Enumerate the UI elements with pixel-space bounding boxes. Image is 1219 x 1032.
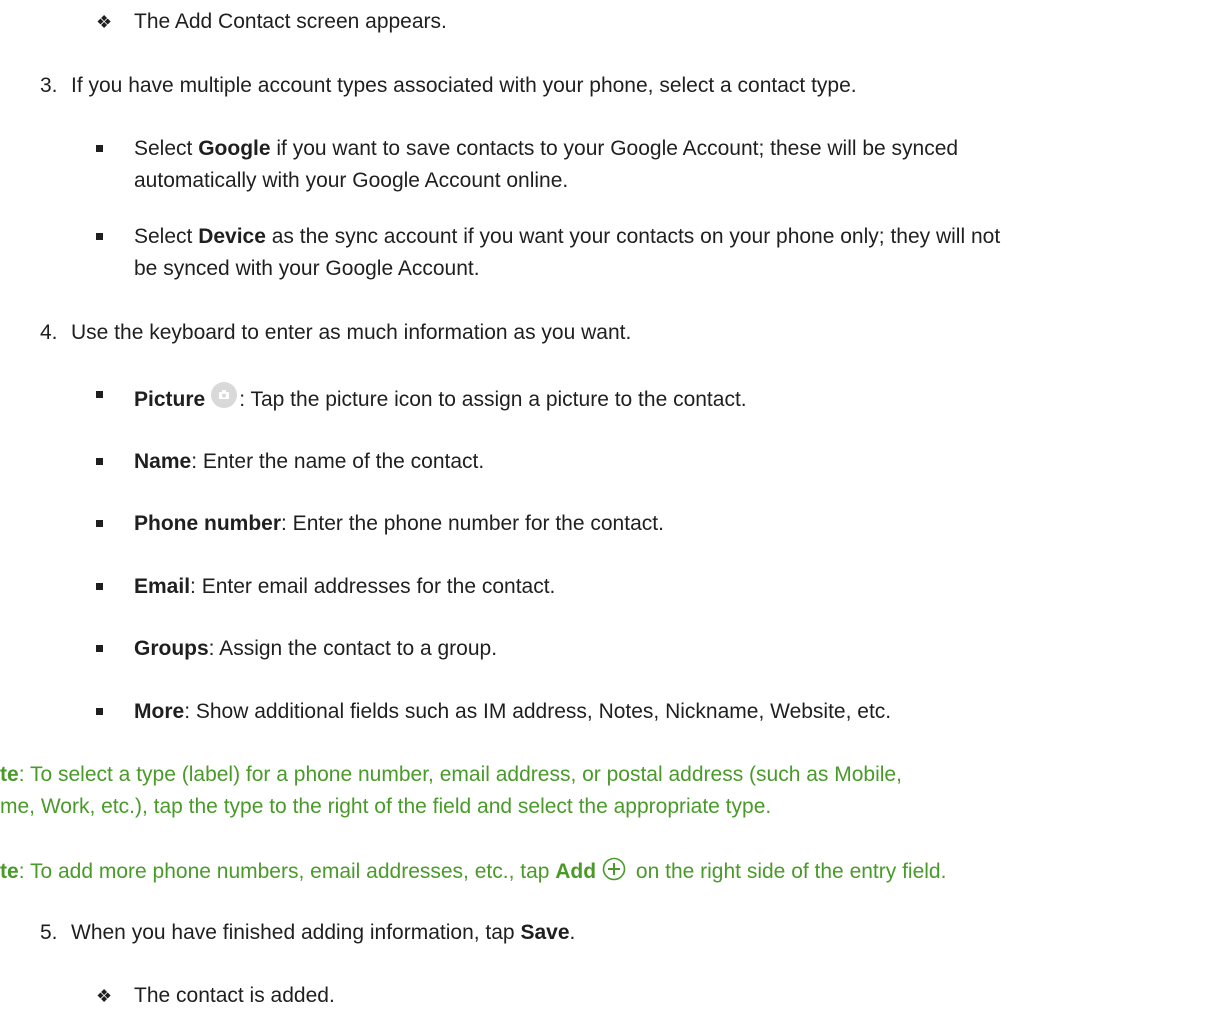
camera-icon xyxy=(211,382,238,408)
device-option: Select Device as the sync account if you… xyxy=(134,225,1001,248)
picture-item: Picture: Tap the picture icon to assign … xyxy=(134,382,747,413)
google-option: Select Google if you want to save contac… xyxy=(134,137,959,160)
diamond-bullet-icon: ❖ xyxy=(96,986,113,1006)
square-bullet-icon xyxy=(96,458,103,465)
google-option-line2: automatically with your Google Account o… xyxy=(134,169,569,192)
groups-item: Groups: Assign the contact to a group. xyxy=(134,637,498,660)
note-add-more: te: To add more phone numbers, email add… xyxy=(0,857,946,885)
step4-number: 4. xyxy=(40,321,58,344)
phone-number-item: Phone number: Enter the phone number for… xyxy=(134,512,664,535)
step4-text: Use the keyboard to enter as much inform… xyxy=(71,321,632,344)
step5-result: The contact is added. xyxy=(134,984,335,1007)
square-bullet-icon xyxy=(96,708,103,715)
note-type-label-line2: me, Work, etc.), tap the type to the rig… xyxy=(0,795,772,818)
square-bullet-icon xyxy=(96,645,103,652)
device-option-line2: be synced with your Google Account. xyxy=(134,257,480,280)
diamond-bullet-icon: ❖ xyxy=(96,12,113,32)
step5-number: 5. xyxy=(40,921,58,944)
email-item: Email: Enter email addresses for the con… xyxy=(134,575,556,598)
square-bullet-icon xyxy=(96,233,103,240)
note-type-label: te: To select a type (label) for a phone… xyxy=(0,763,902,786)
step3-text: If you have multiple account types assoc… xyxy=(71,74,857,97)
square-bullet-icon xyxy=(96,391,103,398)
more-item: More: Show additional fields such as IM … xyxy=(134,700,892,723)
step5-text: When you have finished adding informatio… xyxy=(71,921,576,944)
square-bullet-icon xyxy=(96,583,103,590)
step3-number: 3. xyxy=(40,74,58,97)
name-item: Name: Enter the name of the contact. xyxy=(134,450,485,473)
square-bullet-icon xyxy=(96,520,103,527)
step2-result: The Add Contact screen appears. xyxy=(134,10,447,33)
plus-circle-icon xyxy=(602,857,626,881)
square-bullet-icon xyxy=(96,145,103,152)
